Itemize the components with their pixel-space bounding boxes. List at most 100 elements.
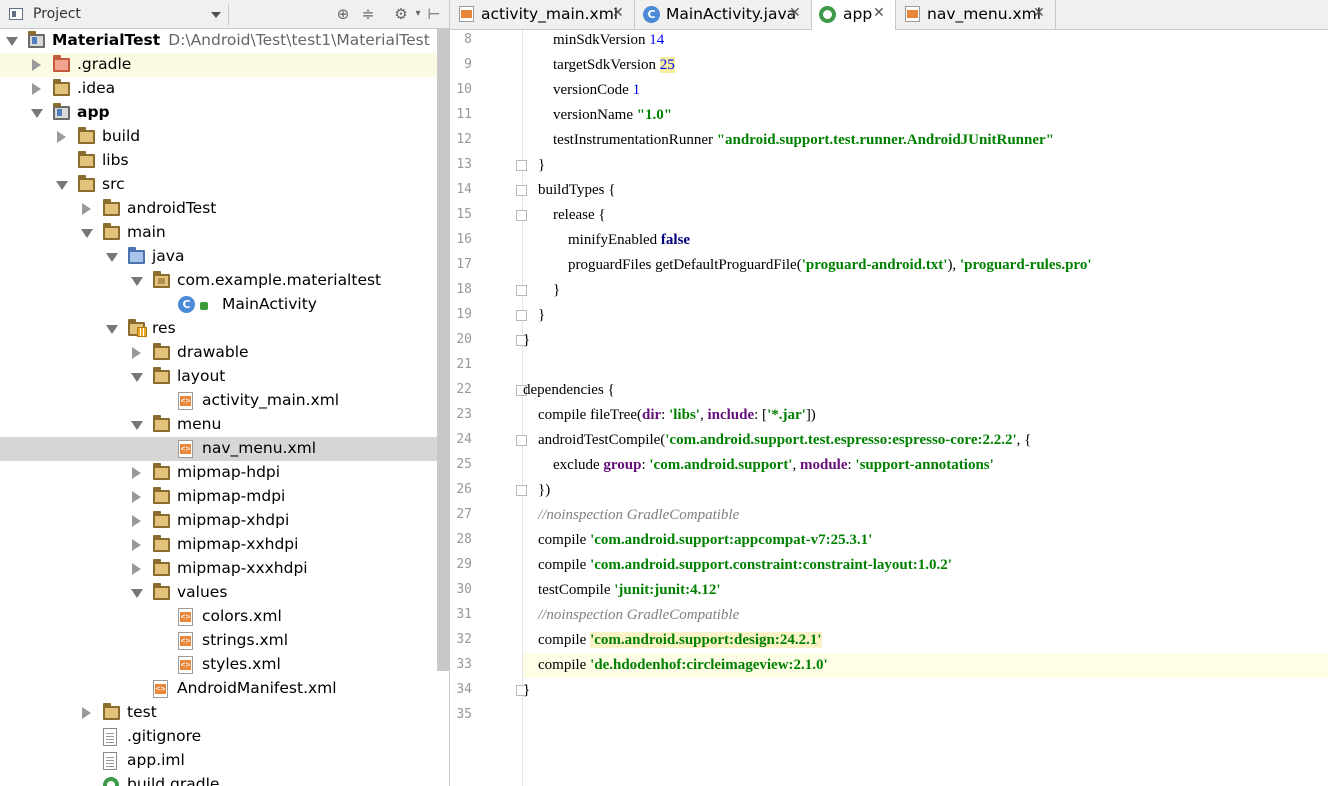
collapsed-arrow-icon[interactable] <box>132 467 141 479</box>
code-line[interactable]: testCompile 'junit:junit:4.12' <box>523 578 1328 603</box>
code-line[interactable]: minSdkVersion 14 <box>523 28 1328 53</box>
collapsed-arrow-icon[interactable] <box>132 563 141 575</box>
tree-item[interactable]: menu <box>0 413 437 437</box>
tab-nav-menu-xml[interactable]: nav_menu.xml ✕ <box>896 0 1056 29</box>
code-line[interactable] <box>523 353 1328 378</box>
close-icon[interactable]: ✕ <box>612 5 624 21</box>
tree-item[interactable]: app <box>0 101 437 125</box>
tree-item[interactable]: build <box>0 125 437 149</box>
tree-item[interactable]: mipmap-mdpi <box>0 485 437 509</box>
collapsed-arrow-icon[interactable] <box>32 59 41 71</box>
expanded-arrow-icon[interactable] <box>131 589 143 598</box>
expanded-arrow-icon[interactable] <box>31 109 43 118</box>
tree-item[interactable]: .gradle <box>0 53 437 77</box>
collapsed-arrow-icon[interactable] <box>132 491 141 503</box>
project-scrollbar[interactable] <box>437 29 449 671</box>
code-line[interactable]: } <box>523 278 1328 303</box>
tree-item-label: mipmap-xxhdpi <box>177 535 298 553</box>
tree-item[interactable]: <> AndroidManifest.xml <box>0 677 437 701</box>
collapsed-arrow-icon[interactable] <box>132 539 141 551</box>
tree-item[interactable]: com.example.materialtest <box>0 269 437 293</box>
code-line[interactable]: } <box>523 303 1328 328</box>
code-line[interactable]: exclude group: 'com.android.support', mo… <box>523 453 1328 478</box>
tree-item[interactable]: .gitignore <box>0 725 437 749</box>
collapse-all-icon[interactable]: ≑ <box>359 5 377 23</box>
close-icon[interactable]: ✕ <box>873 5 885 21</box>
code-line[interactable]: //noinspection GradleCompatible <box>523 603 1328 628</box>
collapsed-arrow-icon[interactable] <box>57 131 66 143</box>
code-line[interactable]: dependencies { <box>523 378 1328 403</box>
collapsed-arrow-icon[interactable] <box>132 347 141 359</box>
tree-item[interactable]: .idea <box>0 77 437 101</box>
expanded-arrow-icon[interactable] <box>131 421 143 430</box>
close-icon[interactable]: ✕ <box>1033 5 1045 21</box>
code-line[interactable]: buildTypes { <box>523 178 1328 203</box>
tree-item[interactable]: mipmap-xxhdpi <box>0 533 437 557</box>
tab-mainactivity-java[interactable]: C MainActivity.java ✕ <box>635 0 812 29</box>
hide-panel-icon[interactable]: ⊢ <box>425 5 443 23</box>
tree-item[interactable]: values <box>0 581 437 605</box>
tree-item[interactable]: <> styles.xml <box>0 653 437 677</box>
tree-item[interactable]: <> nav_menu.xml <box>0 437 449 461</box>
tree-item[interactable]: <> strings.xml <box>0 629 437 653</box>
code-line[interactable]: } <box>523 678 1328 703</box>
expanded-arrow-icon[interactable] <box>106 253 118 262</box>
tree-item[interactable]: layout <box>0 365 437 389</box>
tree-item[interactable]: build.gradle <box>0 773 437 786</box>
collapsed-arrow-icon[interactable] <box>82 203 91 215</box>
expanded-arrow-icon[interactable] <box>6 37 18 46</box>
tab-app[interactable]: app ✕ <box>812 0 896 30</box>
code-line[interactable]: compile 'com.android.support:design:24.2… <box>523 628 1328 653</box>
code-line[interactable]: //noinspection GradleCompatible <box>523 503 1328 528</box>
expanded-arrow-icon[interactable] <box>56 181 68 190</box>
code-line[interactable]: compile fileTree(dir: 'libs', include: [… <box>523 403 1328 428</box>
crosshair-icon[interactable]: ⊕ <box>334 5 352 23</box>
code-line[interactable]: compile 'com.android.support:appcompat-v… <box>523 528 1328 553</box>
code-line[interactable]: } <box>523 328 1328 353</box>
code-line[interactable]: proguardFiles getDefaultProguardFile('pr… <box>523 253 1328 278</box>
code-line[interactable] <box>523 703 1328 728</box>
code-line[interactable]: release { <box>523 203 1328 228</box>
code-line[interactable]: }) <box>523 478 1328 503</box>
tree-item[interactable]: MaterialTest D:\Android\Test\test1\Materi… <box>0 29 437 53</box>
tree-item[interactable]: mipmap-hdpi <box>0 461 437 485</box>
tree-item[interactable]: drawable <box>0 341 437 365</box>
code-line[interactable]: versionCode 1 <box>523 78 1328 103</box>
close-icon[interactable]: ✕ <box>789 5 801 21</box>
tree-item[interactable]: mipmap-xhdpi <box>0 509 437 533</box>
code-line[interactable]: targetSdkVersion 25 <box>523 53 1328 78</box>
gear-icon[interactable]: ⚙ <box>392 5 410 23</box>
code-line[interactable]: minifyEnabled false <box>523 228 1328 253</box>
tree-item[interactable]: androidTest <box>0 197 437 221</box>
tree-item[interactable]: res <box>0 317 437 341</box>
tree-item[interactable]: <> colors.xml <box>0 605 437 629</box>
code-line[interactable]: compile 'de.hdodenhof:circleimageview:2.… <box>523 653 1328 678</box>
expanded-arrow-icon[interactable] <box>131 277 143 286</box>
code-line[interactable]: testInstrumentationRunner "android.suppo… <box>523 128 1328 153</box>
expanded-arrow-icon[interactable] <box>131 373 143 382</box>
code-line[interactable]: versionName "1.0" <box>523 103 1328 128</box>
tree-item[interactable]: java <box>0 245 437 269</box>
tree-item[interactable]: src <box>0 173 437 197</box>
tree-item[interactable]: libs <box>0 149 437 173</box>
tree-item[interactable]: app.iml <box>0 749 437 773</box>
expanded-arrow-icon[interactable] <box>81 229 93 238</box>
code-editor[interactable]: 8 9 10 11 12 13 14 15 16 17 18 19 20 21 22 23 24 25 26 27 28… <box>450 30 1328 786</box>
tree-item[interactable]: test <box>0 701 437 725</box>
tree-item[interactable]: main <box>0 221 437 245</box>
tree-item[interactable]: C MainActivity <box>0 293 437 317</box>
code-line[interactable]: androidTestCompile('com.android.support.… <box>523 428 1328 453</box>
project-view-selector[interactable]: Project <box>33 6 81 22</box>
tab-activity-main-xml[interactable]: activity_main.xml ✕ <box>450 0 635 29</box>
tree-item[interactable]: <> activity_main.xml <box>0 389 437 413</box>
collapsed-arrow-icon[interactable] <box>82 707 91 719</box>
chevron-down-icon[interactable] <box>211 12 221 18</box>
collapsed-arrow-icon[interactable] <box>132 515 141 527</box>
expanded-arrow-icon[interactable] <box>106 325 118 334</box>
tree-item[interactable]: mipmap-xxxhdpi <box>0 557 437 581</box>
collapsed-arrow-icon[interactable] <box>32 83 41 95</box>
code-token: testInstrumentationRunner <box>523 132 717 148</box>
code-line[interactable]: } <box>523 153 1328 178</box>
code-line[interactable]: compile 'com.android.support.constraint:… <box>523 553 1328 578</box>
line-number: 28 <box>456 532 472 547</box>
